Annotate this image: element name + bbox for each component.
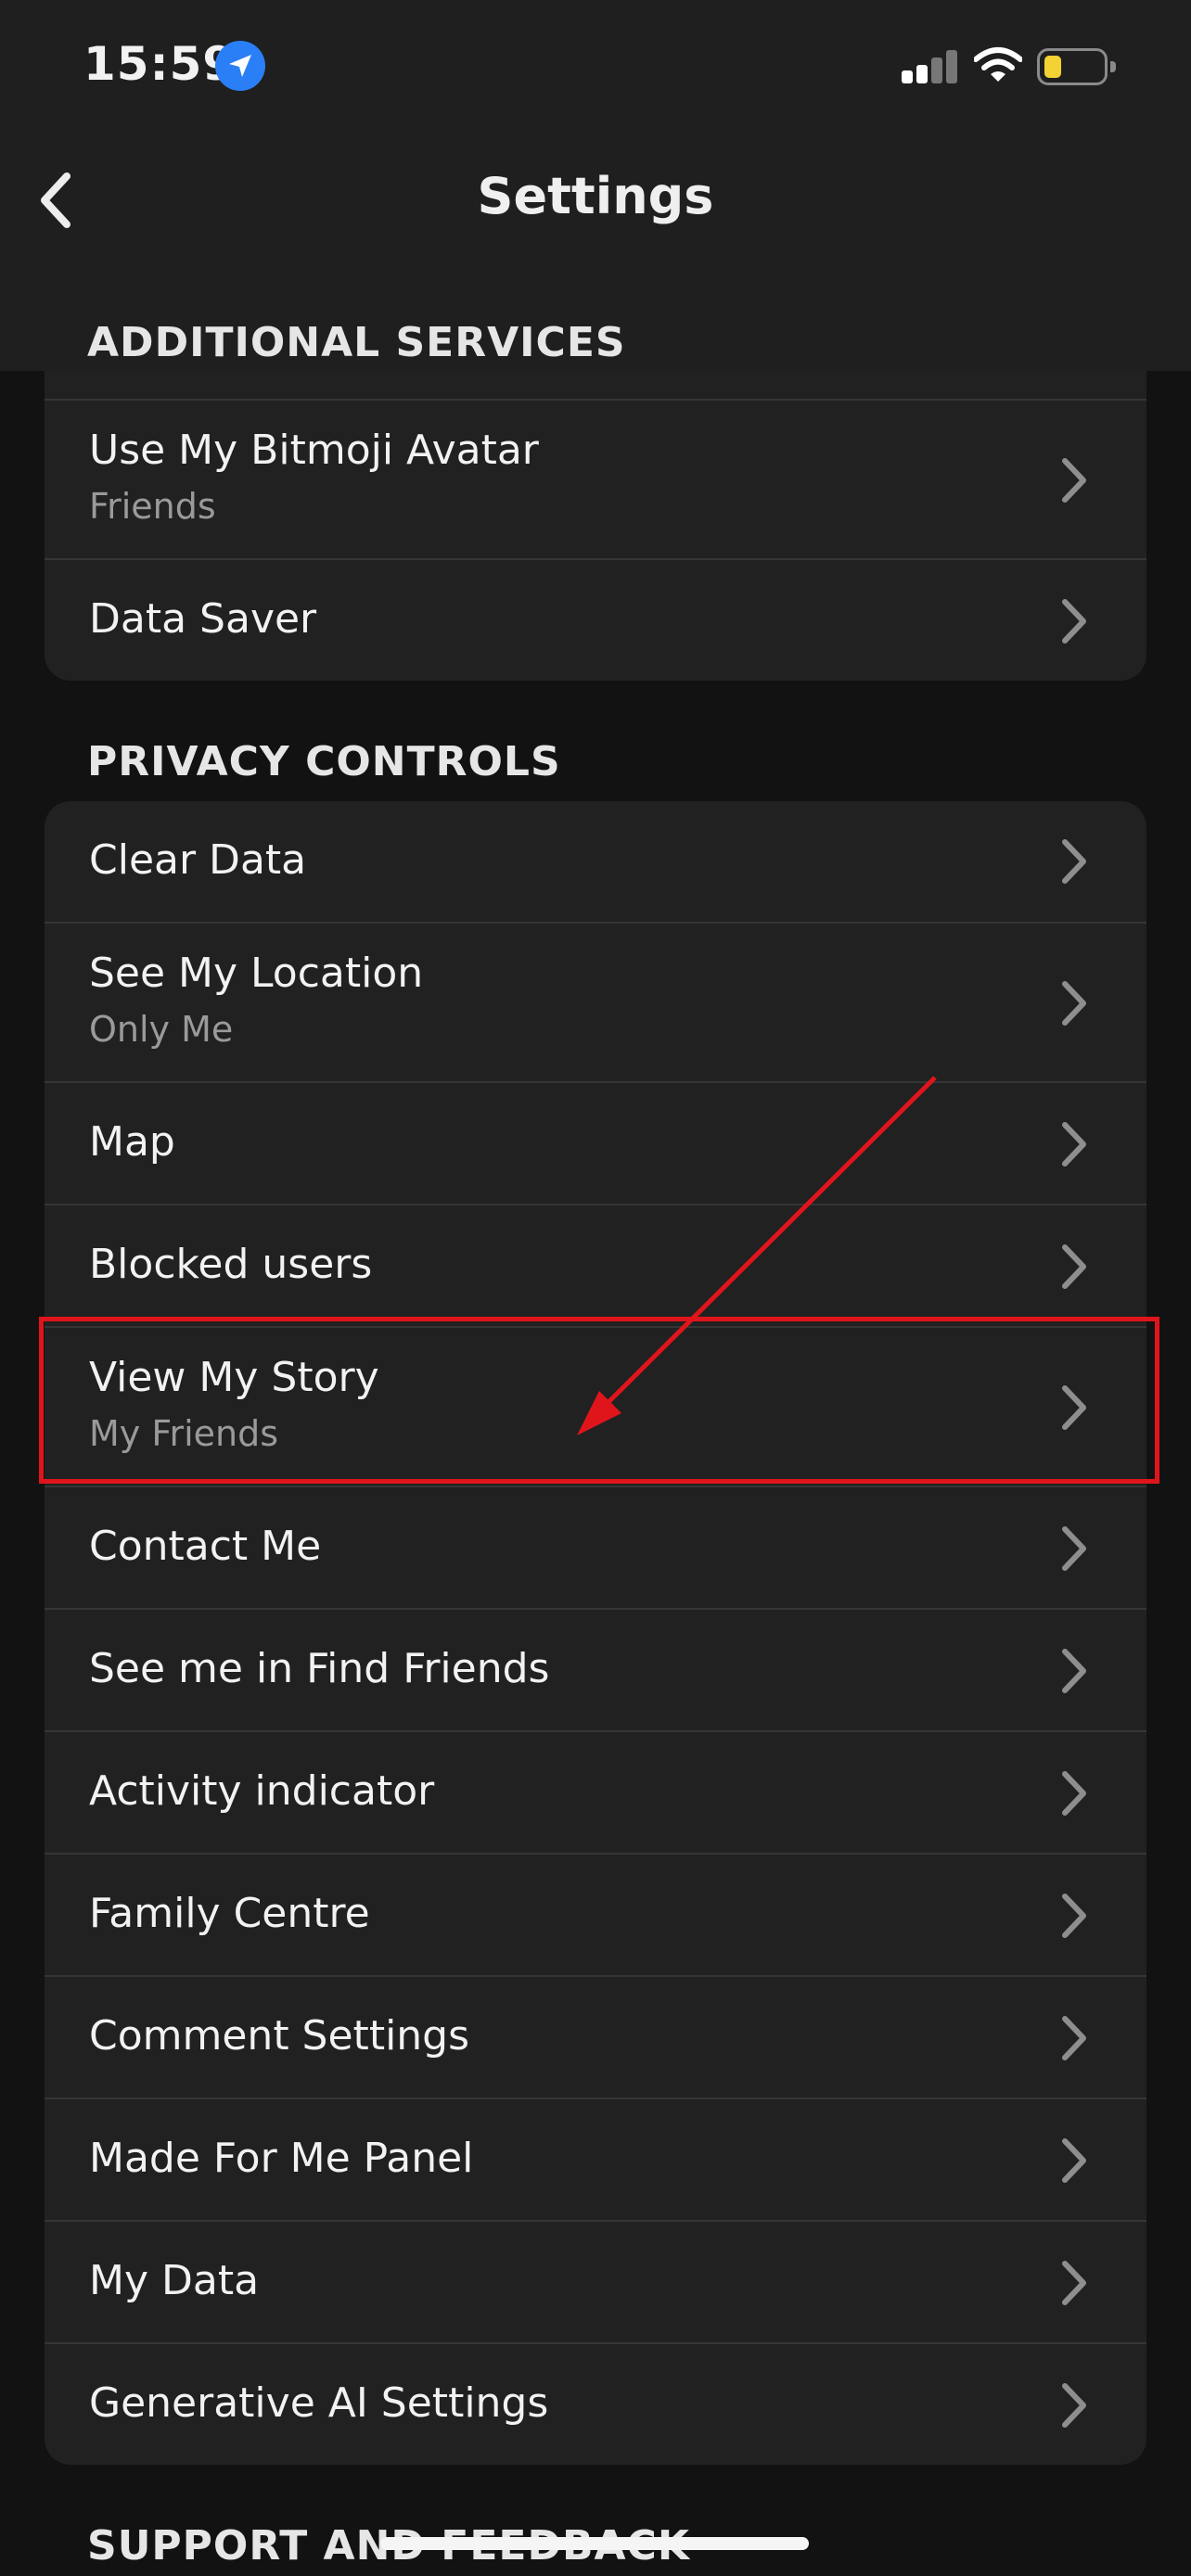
settings-row-see-my-location[interactable]: See My Location Only Me [45, 922, 1146, 1081]
settings-row-use-my-bitmoji-avatar[interactable]: Use My Bitmoji Avatar Friends [45, 399, 1146, 558]
chevron-right-icon [1062, 458, 1086, 503]
settings-row-family-centre[interactable]: Family Centre [45, 1853, 1146, 1975]
chevron-right-icon [1062, 2261, 1086, 2305]
settings-row-generative-ai-settings[interactable]: Generative AI Settings [45, 2342, 1146, 2465]
chevron-right-icon [1062, 1122, 1086, 1167]
privacy-controls-group: Clear Data See My Location Only Me Map B… [45, 801, 1146, 2465]
settings-row-see-me-in-find-friends[interactable]: See me in Find Friends [45, 1608, 1146, 1730]
row-label: Contact Me [89, 1523, 322, 1570]
chevron-right-icon [1062, 1771, 1086, 1816]
status-time: 15:59 [83, 37, 237, 91]
row-label: See My Location [89, 950, 424, 997]
section-title-privacy-controls: PRIVACY CONTROLS [87, 738, 561, 785]
battery-icon [1037, 48, 1116, 85]
location-arrow-icon [215, 41, 265, 91]
settings-row-contact-me[interactable]: Contact Me [45, 1486, 1146, 1608]
cellular-signal-icon [902, 50, 959, 83]
chevron-right-icon [1062, 1894, 1086, 1938]
settings-row-blocked-users[interactable]: Blocked users [45, 1204, 1146, 1326]
page-title: Settings [477, 167, 714, 225]
header: 15:59 Settings ADDITIONAL SERVICES [0, 0, 1191, 371]
settings-row-comment-settings[interactable]: Comment Settings [45, 1975, 1146, 2098]
row-label: Clear Data [89, 836, 307, 884]
row-label: Made For Me Panel [89, 2135, 474, 2182]
settings-row-map[interactable]: Map [45, 1081, 1146, 1204]
chevron-right-icon [1062, 981, 1086, 1026]
row-label: Generative AI Settings [89, 2379, 549, 2427]
row-label: Comment Settings [89, 2012, 470, 2060]
settings-row-clear-data[interactable]: Clear Data [45, 801, 1146, 922]
row-label: Use My Bitmoji Avatar [89, 427, 539, 474]
annotation-highlight-box [39, 1317, 1159, 1484]
home-indicator[interactable] [380, 2537, 809, 2550]
chevron-right-icon [1062, 1526, 1086, 1571]
chevron-right-icon [1062, 1244, 1086, 1289]
row-label: My Data [89, 2257, 260, 2304]
row-sublabel: Friends [89, 486, 216, 527]
settings-row-activity-indicator[interactable]: Activity indicator [45, 1730, 1146, 1853]
chevron-right-icon [1062, 2016, 1086, 2060]
chevron-right-icon [1062, 839, 1086, 884]
chevron-right-icon [1062, 599, 1086, 644]
settings-row-data-saver[interactable]: Data Saver [45, 558, 1146, 681]
chevron-right-icon [1062, 1649, 1086, 1693]
chevron-right-icon [1062, 2138, 1086, 2183]
row-label: Data Saver [89, 595, 317, 643]
settings-row-my-data[interactable]: My Data [45, 2220, 1146, 2342]
settings-row-made-for-me-panel[interactable]: Made For Me Panel [45, 2098, 1146, 2220]
section-title-additional-services: ADDITIONAL SERVICES [87, 319, 626, 366]
row-label: Activity indicator [89, 1767, 435, 1815]
row-label: Blocked users [89, 1241, 373, 1288]
row-label: See me in Find Friends [89, 1645, 550, 1692]
additional-services-group: Use My Bitmoji Avatar Friends Data Saver [45, 334, 1146, 681]
row-label: Family Centre [89, 1890, 370, 1937]
settings-screen: 15:59 Settings ADDITIONAL SERVICES Use M… [0, 0, 1191, 2576]
row-label: Map [89, 1118, 175, 1166]
chevron-right-icon [1062, 2383, 1086, 2428]
wifi-icon [974, 47, 1022, 82]
row-sublabel: Only Me [89, 1009, 234, 1050]
